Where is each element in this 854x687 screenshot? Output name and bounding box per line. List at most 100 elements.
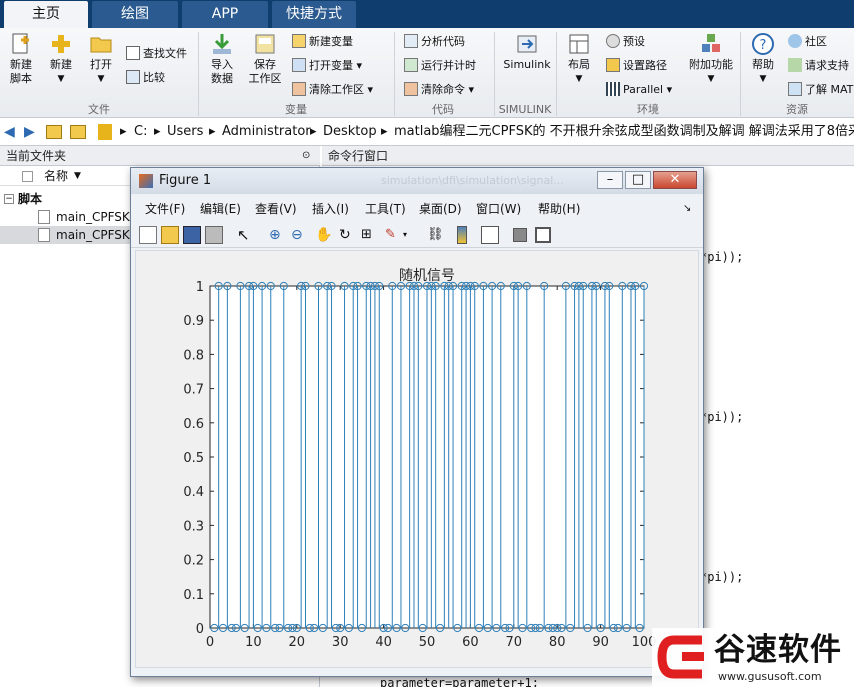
breadcrumb-drive[interactable]: C:: [134, 118, 147, 146]
pointer-icon[interactable]: ↖: [237, 226, 255, 244]
close-icon[interactable]: ✕: [653, 171, 697, 189]
import-data-button[interactable]: 导入 数据: [204, 32, 240, 86]
legend-icon[interactable]: [481, 226, 499, 244]
brush-icon[interactable]: ✎: [385, 226, 403, 244]
community-button[interactable]: 社区: [788, 32, 827, 52]
breadcrumb-users[interactable]: Users: [167, 118, 203, 146]
breadcrumb-separator: ▸: [310, 124, 317, 139]
new-variable-button[interactable]: 新建变量: [292, 32, 353, 52]
preferences-label: 预设: [623, 35, 645, 48]
import-data-label: 导入 数据: [211, 58, 233, 85]
pan-icon[interactable]: ✋: [315, 226, 333, 244]
community-label: 社区: [805, 35, 827, 48]
menu-desktop[interactable]: 桌面(D): [419, 198, 462, 220]
menu-view[interactable]: 查看(V): [255, 198, 297, 220]
find-files-button[interactable]: 查找文件: [126, 44, 187, 64]
addons-icon: [702, 34, 720, 52]
browse-folder-icon[interactable]: [70, 125, 86, 139]
request-support-button[interactable]: 请求支持: [788, 56, 849, 76]
section-environment: 环境: [637, 103, 659, 116]
layout-button[interactable]: 布局 ▼: [562, 32, 596, 86]
section-resources: 资源: [786, 103, 808, 116]
panel-menu-icon[interactable]: ⊙: [302, 146, 310, 166]
run-time-label: 运行并计时: [421, 59, 476, 72]
rotate-icon[interactable]: ↻: [339, 226, 357, 244]
open-file-icon[interactable]: [161, 226, 179, 244]
address-bar: ◀ ▶ ▸ C: ▸ Users ▸ Administrator ▸ Deskt…: [0, 118, 854, 146]
zoom-in-icon[interactable]: ⊕: [269, 226, 287, 244]
open-button[interactable]: 打开 ▼: [84, 32, 118, 86]
clear-workspace-icon: [292, 82, 306, 96]
layout-label: 布局: [568, 58, 590, 71]
layout-dropdown-icon: ▼: [575, 74, 583, 84]
hide-plot-tools-icon[interactable]: [513, 228, 527, 242]
save-icon[interactable]: [183, 226, 201, 244]
menu-edit[interactable]: 编辑(E): [200, 198, 241, 220]
set-path-button[interactable]: 设置路径: [606, 56, 667, 76]
brush-dropdown-icon[interactable]: ▾: [403, 226, 421, 244]
request-support-label: 请求支持: [805, 59, 849, 72]
learn-matlab-button[interactable]: 了解 MAT: [788, 80, 853, 100]
tab-shortcuts[interactable]: 快捷方式: [272, 1, 356, 28]
preferences-button[interactable]: 预设: [606, 32, 645, 52]
menu-help[interactable]: 帮助(H): [538, 198, 580, 220]
breadcrumb-separator: ▸: [120, 124, 127, 139]
forward-icon[interactable]: ▶: [24, 118, 35, 146]
menu-file[interactable]: 文件(F): [145, 198, 185, 220]
parallel-button[interactable]: Parallel ▾: [606, 80, 672, 100]
y-tick-label: 0.8: [183, 348, 204, 363]
show-plot-tools-icon[interactable]: [535, 227, 551, 243]
tab-home[interactable]: 主页: [4, 1, 88, 28]
minimize-icon[interactable]: –: [597, 171, 623, 189]
analyze-code-button[interactable]: 分析代码: [404, 32, 465, 52]
collapse-icon[interactable]: −: [4, 194, 14, 204]
maximize-icon[interactable]: □: [625, 171, 651, 189]
new-script-button[interactable]: 新建 脚本: [4, 32, 38, 86]
zoom-out-icon[interactable]: ⊖: [291, 226, 309, 244]
open-variable-button[interactable]: 打开变量 ▾: [292, 56, 362, 76]
back-icon[interactable]: ◀: [4, 118, 15, 146]
new-figure-icon[interactable]: [139, 226, 157, 244]
addons-button[interactable]: 附加功能 ▼: [686, 32, 736, 86]
new-button[interactable]: 新建 ▼: [44, 32, 78, 86]
tab-plots[interactable]: 绘图: [92, 1, 178, 28]
figure-title-bar[interactable]: Figure 1 simulation\dfi\simulation\signa…: [131, 168, 703, 194]
compare-button[interactable]: 比较: [126, 68, 165, 88]
save-workspace-button[interactable]: 保存 工作区: [246, 32, 284, 86]
simulink-icon: [517, 35, 537, 53]
breadcrumb-project-folder[interactable]: matlab编程二元CPFSK的 不开根升余弦成型函数调制及解调 解调法采用了8…: [394, 118, 854, 146]
menu-insert[interactable]: 插入(I): [312, 198, 349, 220]
colorbar-icon[interactable]: [457, 226, 467, 244]
data-cursor-icon[interactable]: ⊞: [361, 226, 379, 244]
command-window-header: 命令行窗口: [322, 146, 854, 166]
menu-window[interactable]: 窗口(W): [476, 198, 521, 220]
parallel-label: Parallel: [623, 83, 664, 96]
learn-matlab-label: 了解 MAT: [805, 83, 854, 96]
figure-window[interactable]: Figure 1 simulation\dfi\simulation\signa…: [130, 167, 704, 677]
up-folder-icon[interactable]: [46, 125, 62, 139]
run-and-time-button[interactable]: 运行并计时: [404, 56, 476, 76]
new-script-label: 新建 脚本: [10, 58, 32, 85]
current-folder-title: 当前文件夹: [6, 149, 67, 163]
group-label: 脚本: [18, 192, 43, 206]
breadcrumb-desktop[interactable]: Desktop: [323, 118, 377, 146]
breadcrumb-administrator[interactable]: Administrator: [222, 118, 311, 146]
link-plot-icon[interactable]: ⛓: [427, 226, 445, 244]
simulink-button[interactable]: Simulink: [500, 32, 554, 72]
figure-canvas: 0 10 20 30 40 50 60 70 80 90 100 0 0.1 0.2 0.3 0.4 0.5 0.…: [135, 250, 699, 668]
find-files-icon: [126, 46, 140, 60]
menu-tools[interactable]: 工具(T): [365, 198, 406, 220]
x-tick-label: 50: [419, 635, 436, 650]
tab-apps[interactable]: APP: [182, 1, 268, 28]
dock-icon[interactable]: ↘: [683, 198, 691, 220]
ribbon-toolstrip: 新建 脚本 新建 ▼ 打开 ▼ 查找文件 比较 文件 导入 数据 保存 工作区 …: [0, 28, 854, 118]
help-button[interactable]: ? 帮助 ▼: [746, 32, 780, 86]
current-folder-header: 当前文件夹 ⊙: [0, 146, 320, 166]
clear-commands-button[interactable]: 清除命令 ▾: [404, 80, 474, 100]
clear-workspace-button[interactable]: 清除工作区 ▾: [292, 80, 373, 100]
watermark-brand: 谷速软件: [714, 632, 842, 668]
tab-bar: 主页 绘图 APP 快捷方式: [0, 0, 854, 28]
print-icon[interactable]: [205, 226, 223, 244]
command-line: *pi));: [700, 410, 744, 424]
matlab-logo-icon: [139, 174, 153, 188]
